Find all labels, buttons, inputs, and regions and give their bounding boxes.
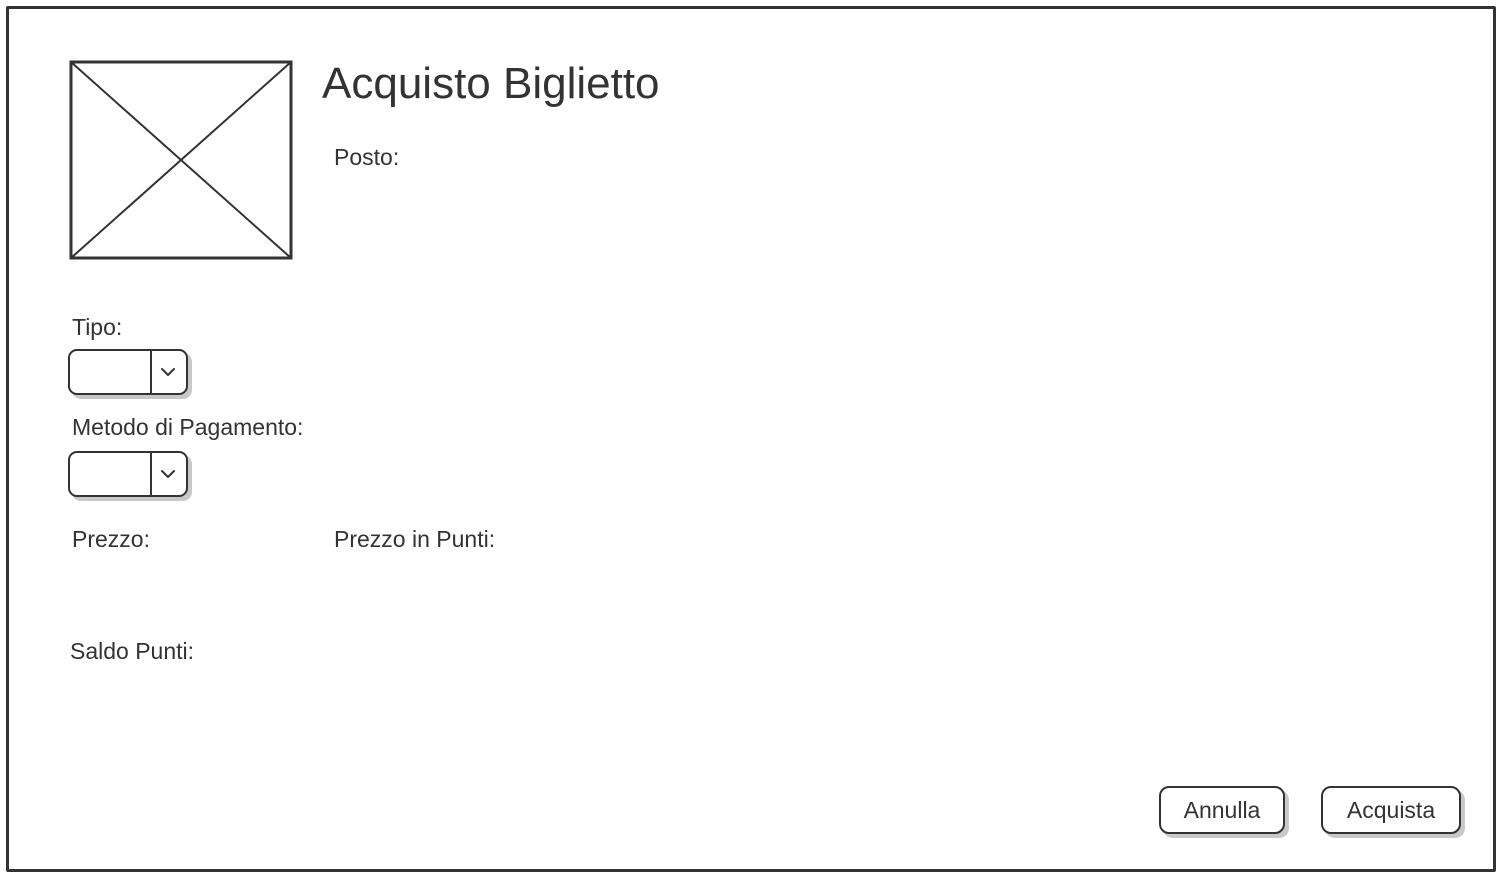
page-title: Acquisto Biglietto xyxy=(322,59,660,108)
metodo-pagamento-label: Metodo di Pagamento: xyxy=(72,414,304,440)
posto-label: Posto: xyxy=(334,144,400,170)
purchase-button[interactable]: Acquista xyxy=(1321,786,1461,834)
chevron-down-icon[interactable] xyxy=(158,362,178,382)
image-placeholder-icon xyxy=(69,60,293,260)
cancel-button[interactable]: Annulla xyxy=(1159,786,1285,834)
prezzo-label: Prezzo: xyxy=(72,526,150,552)
dropdown-divider xyxy=(150,453,152,495)
tipo-dropdown[interactable] xyxy=(68,349,188,395)
metodo-pagamento-dropdown[interactable] xyxy=(68,451,188,497)
tipo-label: Tipo: xyxy=(72,314,123,340)
saldo-punti-label: Saldo Punti: xyxy=(70,638,195,664)
dropdown-divider xyxy=(150,351,152,393)
chevron-down-icon[interactable] xyxy=(158,464,178,484)
prezzo-punti-label: Prezzo in Punti: xyxy=(334,526,496,552)
